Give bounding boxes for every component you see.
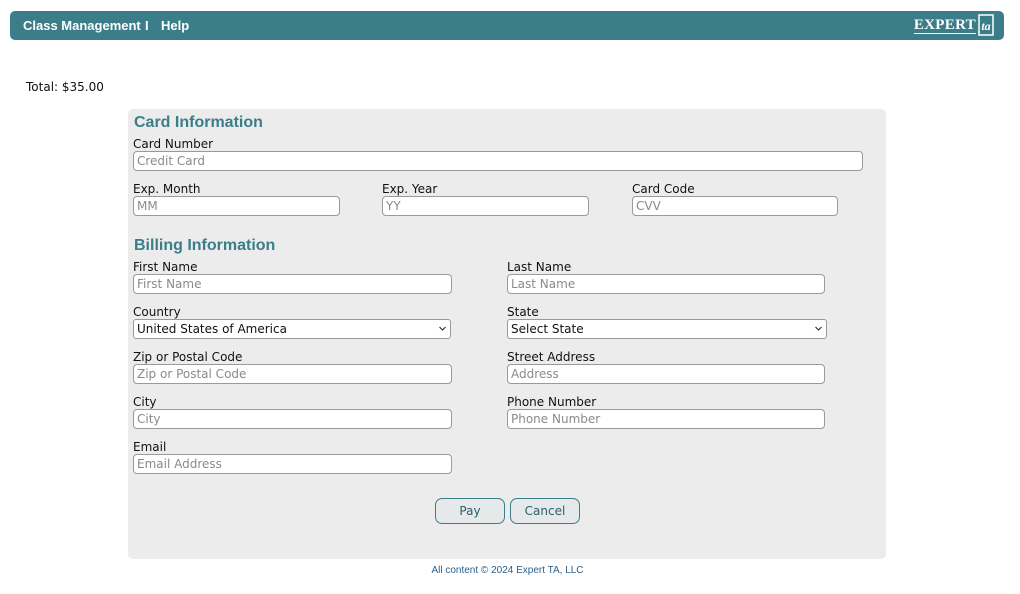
pay-button[interactable]: Pay — [435, 498, 505, 524]
nav-separator: I — [145, 18, 149, 33]
state-label: State — [507, 305, 539, 319]
payment-form-panel: Card Information Card Number Exp. Month … — [128, 109, 886, 559]
email-input[interactable] — [133, 454, 452, 474]
phone-number-input[interactable] — [507, 409, 825, 429]
last-name-input[interactable] — [507, 274, 825, 294]
city-label: City — [133, 395, 157, 409]
expert-ta-logo[interactable]: EXPERT ta — [913, 14, 994, 36]
phone-number-label: Phone Number — [507, 395, 597, 409]
billing-information-heading: Billing Information — [134, 237, 276, 254]
card-number-label: Card Number — [133, 137, 214, 151]
logo-mark-icon: ta — [978, 14, 994, 36]
nav-class-management[interactable]: Class Management — [23, 18, 141, 33]
country-select[interactable]: United States of America — [133, 319, 451, 339]
street-address-input[interactable] — [507, 364, 825, 384]
order-total: Total: $35.00 — [26, 80, 104, 94]
card-code-input[interactable] — [632, 196, 838, 216]
email-label: Email — [133, 440, 167, 454]
top-nav-bar: Class Management I Help EXPERT ta — [10, 11, 1004, 40]
zip-input[interactable] — [133, 364, 452, 384]
card-number-input[interactable] — [133, 151, 863, 171]
exp-month-input[interactable] — [133, 196, 340, 216]
nav-help[interactable]: Help — [161, 18, 189, 33]
state-select[interactable]: Select State — [507, 319, 827, 339]
country-label: Country — [133, 305, 181, 319]
exp-month-label: Exp. Month — [133, 182, 201, 196]
city-input[interactable] — [133, 409, 452, 429]
first-name-input[interactable] — [133, 274, 452, 294]
exp-year-label: Exp. Year — [382, 182, 438, 196]
state-selected-value: Select State — [511, 322, 584, 336]
cancel-button[interactable]: Cancel — [510, 498, 580, 524]
footer-copyright: All content © 2024 Expert TA, LLC — [431, 565, 584, 576]
card-code-label: Card Code — [632, 182, 695, 196]
chevron-down-icon — [439, 326, 446, 331]
first-name-label: First Name — [133, 260, 198, 274]
country-selected-value: United States of America — [137, 322, 287, 336]
exp-year-input[interactable] — [382, 196, 589, 216]
svg-text:ta: ta — [981, 19, 990, 33]
zip-label: Zip or Postal Code — [133, 350, 243, 364]
chevron-down-icon — [815, 326, 822, 331]
last-name-label: Last Name — [507, 260, 572, 274]
logo-text: EXPERT — [913, 16, 976, 34]
street-address-label: Street Address — [507, 350, 596, 364]
card-information-heading: Card Information — [134, 114, 263, 131]
